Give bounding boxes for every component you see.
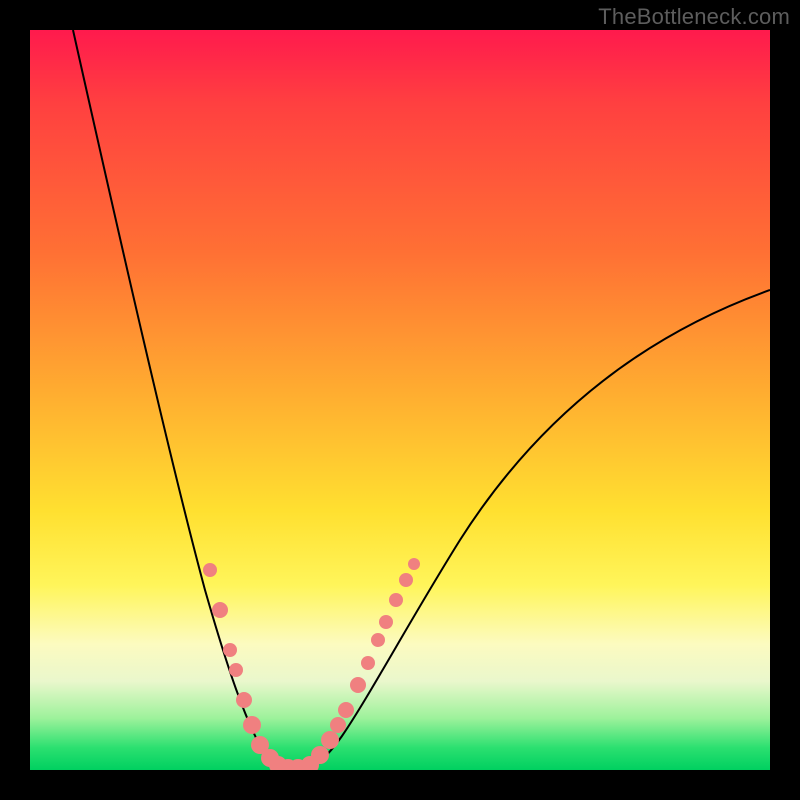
outer-frame: TheBottleneck.com [0, 0, 800, 800]
data-dot [408, 558, 420, 570]
watermark-text: TheBottleneck.com [598, 4, 790, 30]
dots-group [203, 558, 420, 770]
data-dot [399, 573, 413, 587]
chart-svg [30, 30, 770, 770]
plot-area [30, 30, 770, 770]
data-dot [203, 563, 217, 577]
data-dot [223, 643, 237, 657]
data-dot [371, 633, 385, 647]
data-dot [212, 602, 228, 618]
data-dot [338, 702, 354, 718]
data-dot [361, 656, 375, 670]
curve-left [73, 30, 284, 769]
data-dot [236, 692, 252, 708]
data-dot [379, 615, 393, 629]
data-dot [243, 716, 261, 734]
data-dot [311, 746, 329, 764]
data-dot [229, 663, 243, 677]
data-dot [330, 717, 346, 733]
data-dot [350, 677, 366, 693]
curve-right [306, 290, 770, 769]
data-dot [321, 731, 339, 749]
data-dot [389, 593, 403, 607]
